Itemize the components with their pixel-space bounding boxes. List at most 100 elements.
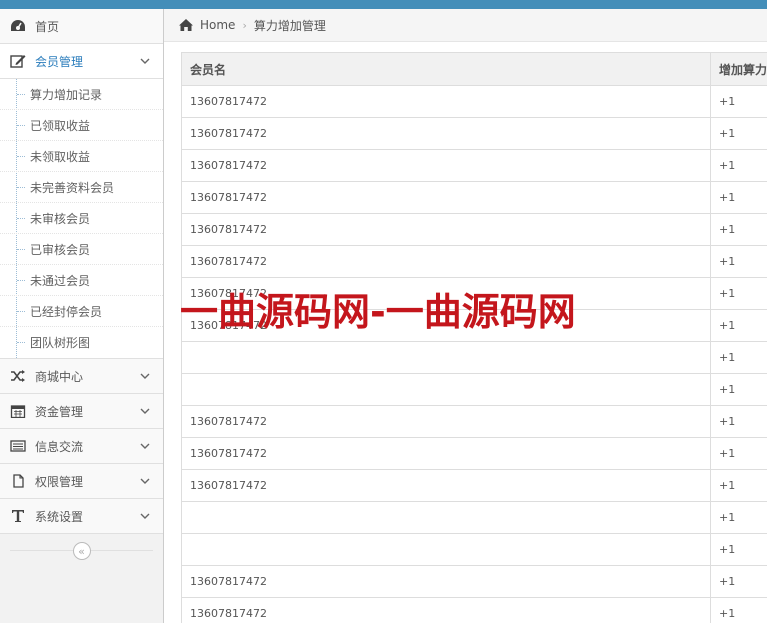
cell-power-added: +1 [710,565,767,598]
sidebar-collapse-bar: « [0,534,163,568]
submenu-item-label: 已审核会员 [30,242,91,257]
cell-member-name [181,501,711,534]
nav-item-settings[interactable]: 系统设置 [0,499,163,534]
cell-power-added: +1 [710,213,767,246]
cell-power-added: +1 [710,405,767,438]
submenu-item-reviewed[interactable]: 已审核会员 [0,234,163,265]
column-header-power[interactable]: 增加算力 [710,52,767,86]
chevron-down-icon [139,475,151,487]
cell-member-name: 13607817472 [181,117,711,150]
table-row: 13607817472 +1 [181,213,767,246]
home-icon [178,18,194,32]
chevron-down-icon [139,440,151,452]
cell-power-added: +1 [710,277,767,310]
edit-icon [9,53,27,69]
cell-member-name: 13607817472 [181,437,711,470]
cell-member-name: 13607817472 [181,469,711,502]
cell-member-name [181,533,711,566]
chevron-right-icon: › [242,18,247,32]
submenu-item-banned[interactable]: 已经封停会员 [0,296,163,327]
cell-member-name: 13607817472 [181,597,711,623]
submenu-item-label: 算力增加记录 [30,87,103,102]
cell-member-name: 13607817472 [181,245,711,278]
cell-member-name: 13607817472 [181,181,711,214]
table-row: +1 [181,501,767,534]
submenu-item-label: 未审核会员 [30,211,91,226]
table-row: 13607817472 +1 [181,149,767,182]
submenu-item-team-tree[interactable]: 团队树形图 [0,327,163,358]
nav-item-messages[interactable]: 信息交流 [0,429,163,464]
cell-member-name: 13607817472 [181,565,711,598]
text-icon [9,508,27,524]
nav-item-member[interactable]: 会员管理 [0,44,163,79]
breadcrumb-home-link[interactable]: Home [200,18,235,32]
list-icon [9,438,27,454]
table-row: +1 [181,533,767,566]
table-row: 13607817472 +1 [181,469,767,502]
submenu-item-label: 团队树形图 [30,336,91,350]
cell-power-added: +1 [710,181,767,214]
cell-member-name: 13607817472 [181,149,711,182]
submenu-item-label: 已经封停会员 [30,304,103,319]
cell-power-added: +1 [710,437,767,470]
table-row: 13607817472 +1 [181,85,767,118]
sidebar: 首页 会员管理 算力增加记录 已领取收益 未领取收益 未完善资料会员 未审核会员… [0,9,164,623]
submenu-item-label: 已领取收益 [30,118,91,133]
table-header-row: 会员名 增加算力 [181,52,767,86]
submenu-item-rejected[interactable]: 未通过会员 [0,265,163,296]
cell-power-added: +1 [710,85,767,118]
cell-member-name: 13607817472 [181,213,711,246]
submenu-item-label: 未领取收益 [30,149,91,164]
cell-power-added: +1 [710,117,767,150]
cell-power-added: +1 [710,469,767,502]
cell-power-added: +1 [710,373,767,406]
cell-member-name [181,341,711,374]
table-row: 13607817472 +1 [181,437,767,470]
nav-item-permissions-label: 权限管理 [35,474,84,489]
submenu-item-unreviewed[interactable]: 未审核会员 [0,203,163,234]
cell-member-name [181,373,711,406]
top-bar [0,0,767,9]
nav-item-settings-label: 系统设置 [35,509,84,524]
nav-item-mall[interactable]: 商城中心 [0,359,163,394]
cell-member-name: 13607817472 [181,277,711,310]
calendar-icon [9,403,27,419]
table-row: 13607817472 +1 [181,277,767,310]
nav-item-permissions[interactable]: 权限管理 [0,464,163,499]
table-row: 13607817472 +1 [181,565,767,598]
submenu-item-incomplete-profile[interactable]: 未完善资料会员 [0,172,163,203]
cell-power-added: +1 [710,501,767,534]
cell-power-added: +1 [710,149,767,182]
sidebar-collapse-button[interactable]: « [72,542,91,560]
nav-item-finance[interactable]: 资金管理 [0,394,163,429]
table-row: 13607817472 +1 [181,117,767,150]
cell-power-added: +1 [710,533,767,566]
column-header-member[interactable]: 会员名 [181,52,711,86]
chevron-down-icon [139,510,151,522]
cell-member-name: 13607817472 [181,309,711,342]
submenu-item-received-income[interactable]: 已领取收益 [0,110,163,141]
nav-item-mall-label: 商城中心 [35,369,84,384]
cell-member-name: 13607817472 [181,405,711,438]
member-submenu: 算力增加记录 已领取收益 未领取收益 未完善资料会员 未审核会员 已审核会员 未… [0,79,163,359]
nav-item-home[interactable]: 首页 [0,9,163,44]
chevron-down-icon [139,55,151,67]
shuffle-icon [9,368,27,384]
table-row: +1 [181,341,767,374]
breadcrumb-current: 算力增加管理 [253,18,326,33]
nav-item-messages-label: 信息交流 [35,439,84,454]
breadcrumb: Home › 算力增加管理 [164,9,767,42]
cell-power-added: +1 [710,341,767,374]
submenu-item-power-log[interactable]: 算力增加记录 [0,79,163,110]
table-row: 13607817472 +1 [181,245,767,278]
cell-power-added: +1 [710,597,767,623]
cell-member-name: 13607817472 [181,85,711,118]
submenu-item-label: 未通过会员 [30,273,91,288]
file-icon [9,473,27,489]
table-row: 13607817472 +1 [181,597,767,623]
nav-item-finance-label: 资金管理 [35,404,84,419]
submenu-item-unreceived-income[interactable]: 未领取收益 [0,141,163,172]
nav-item-home-label: 首页 [35,19,60,34]
table-row: 13607817472 +1 [181,309,767,342]
cell-power-added: +1 [710,309,767,342]
